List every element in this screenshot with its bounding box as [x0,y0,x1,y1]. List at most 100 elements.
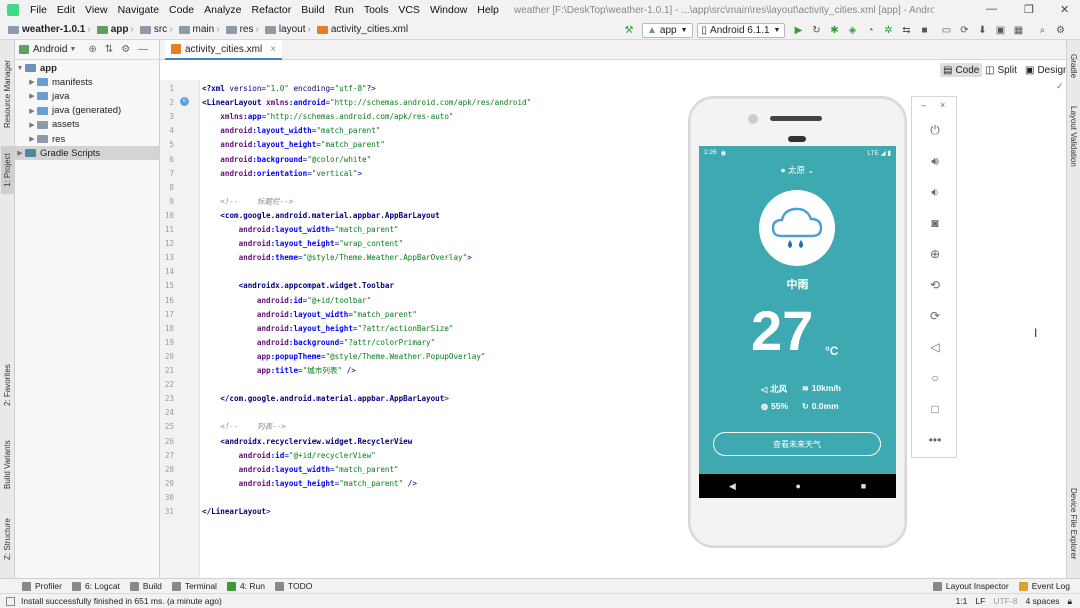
device-manager-icon[interactable]: ▭ [939,24,953,38]
menu-refactor[interactable]: Refactor [247,4,297,16]
home-icon[interactable]: ○ [926,369,944,387]
code-line[interactable]: android:background="?attr/colorPrimary" [202,338,435,348]
status-toggle-icon[interactable] [6,596,15,606]
profile-icon[interactable]: ◔ [863,24,877,38]
todo-tab[interactable]: TODO [275,581,312,591]
code-line[interactable]: <LinearLayout xmlns:android="http://sche… [202,98,531,108]
gradle-tab[interactable]: Gradle [1067,46,1080,86]
tree-item-manifests[interactable]: ▶ manifests [15,75,159,89]
code-line[interactable]: </LinearLayout> [202,507,271,517]
tree-item-gradle-scripts[interactable]: ▶ Gradle Scripts [15,146,159,161]
volume-down-icon[interactable]: 🔉︎ [926,183,944,201]
logcat-tab[interactable]: 6: Logcat [71,581,120,591]
recents-icon[interactable]: ■ [861,481,866,491]
attach-debugger-icon[interactable]: ✲ [881,24,895,38]
sdk-manager-icon[interactable]: ⬇ [975,24,989,38]
resource-manager-tab[interactable]: Resource Manager [1,54,14,134]
hammer-icon[interactable]: ⚒ [622,24,636,38]
code-line[interactable]: <!-- 标题栏--> [202,197,293,207]
volume-up-icon[interactable]: 🔊︎ [926,152,944,170]
locate-icon[interactable]: ⊕ [88,44,96,55]
tree-item-app[interactable]: ▼ app [15,61,159,75]
gear-icon[interactable]: ⚙ [121,44,130,55]
code-line[interactable]: app:popupTheme="@style/Theme.Weather.Pop… [202,352,486,362]
rerun-icon[interactable]: ↻ [809,24,823,38]
file-encoding[interactable]: UTF-8 [993,596,1017,606]
tree-item-java-generated[interactable]: ▶ java (generated) [15,104,159,118]
code-line[interactable]: android:layout_height="match_parent" [202,140,385,150]
minimize-icon[interactable]: — [986,3,997,15]
class-marker-icon[interactable]: c [180,97,189,106]
code-line[interactable]: android:background="@color/white" [202,155,371,165]
build-tab[interactable]: Build [129,581,162,591]
menu-code[interactable]: Code [164,4,199,16]
avd-manager-icon[interactable]: ▣ [993,24,1007,38]
home-icon[interactable]: ● [796,481,801,491]
apply-changes-icon[interactable]: ⇆ [899,24,913,38]
code-line[interactable]: app:title="城市列表" /> [202,366,356,376]
menu-view[interactable]: View [80,4,113,16]
layout-inspector-tab[interactable]: Layout Inspector [932,581,1009,591]
restore-icon[interactable]: ❐ [1024,3,1034,16]
rotate-left-icon[interactable]: ⟲ [926,276,944,294]
indent-setting[interactable]: 4 spaces [1025,596,1059,606]
event-log-tab[interactable]: Event Log [1018,581,1070,591]
power-icon[interactable]: ⏻ [926,121,944,139]
more-icon[interactable]: ••• [926,431,944,449]
breadcrumb-src[interactable]: src › [138,24,177,35]
code-line[interactable]: android:layout_width="match_parent" [202,310,417,320]
city-selector[interactable]: ● 太原 ⌄ [699,164,896,176]
menu-run[interactable]: Run [330,4,359,16]
debug-icon[interactable]: ✱ [827,24,841,38]
project-tab[interactable]: 1: Project [1,146,14,194]
close-tab-icon[interactable]: × [270,44,276,55]
menu-navigate[interactable]: Navigate [113,4,164,16]
code-line[interactable]: android:id="@+id/toolbar" [202,296,371,306]
menu-vcs[interactable]: VCS [393,4,425,16]
phone-screen[interactable]: 1:26 ◉ LTE ◢ ▮ ● 太原 ⌄ 中雨 27 °C ◁ 北风 ≋ 10km… [699,146,896,498]
build-variants-tab[interactable]: Build Variants [1,436,14,494]
back-icon[interactable]: ◀ [729,481,736,492]
sync-icon[interactable]: ⟳ [957,24,971,38]
code-line[interactable]: android:layout_width="match_parent" [202,225,399,235]
breadcrumb-res[interactable]: res › [224,24,263,35]
search-icon[interactable]: ⌕ [1035,24,1049,38]
menu-help[interactable]: Help [472,4,504,16]
tree-item-java[interactable]: ▶ java [15,89,159,103]
structure-tab[interactable]: Z: Structure [1,514,14,564]
menu-tools[interactable]: Tools [359,4,394,16]
menu-edit[interactable]: Edit [52,4,80,16]
coverage-icon[interactable]: ◈ [845,24,859,38]
caret-position[interactable]: 1:1 [956,596,968,606]
menu-window[interactable]: Window [425,4,472,16]
design-mode-button[interactable]: ▣ Design [1022,63,1072,77]
breadcrumb-file[interactable]: activity_cities.xml [315,24,410,35]
settings-icon[interactable]: ⚙ [1053,24,1067,38]
line-separator[interactable]: LF [975,596,985,606]
layout-validation-tab[interactable]: Layout Validation [1067,98,1080,174]
collapse-icon[interactable]: ⇅ [105,44,113,55]
lock-icon[interactable]: 🔒︎ [1067,596,1072,607]
code-mode-button[interactable]: ▤ Code [940,63,983,77]
minimize-icon[interactable]: – [921,100,926,110]
profiler-tab[interactable]: Profiler [22,581,62,591]
code-line[interactable]: <?xml version="1.0" encoding="utf-8"?> [202,84,376,94]
menu-file[interactable]: File [25,4,52,16]
code-line[interactable]: android:layout_height="wrap_content" [202,239,404,249]
back-icon[interactable]: ◁ [926,338,944,356]
split-mode-button[interactable]: ◫ Split [982,63,1020,77]
hide-icon[interactable]: — [138,44,148,55]
device-file-explorer-tab[interactable]: Device File Explorer [1067,480,1080,568]
code-line[interactable]: android:layout_height="?attr/actionBarSi… [202,324,454,334]
run-tab[interactable]: 4: Run [226,581,265,591]
view-mode-select[interactable]: Android [33,44,67,55]
zoom-in-icon[interactable]: ⊕ [926,245,944,263]
camera-icon[interactable]: ◙ [926,214,944,232]
rotate-right-icon[interactable]: ⟳ [926,307,944,325]
code-line[interactable]: android:orientation="vertical"> [202,169,362,179]
menu-build[interactable]: Build [296,4,329,16]
code-line[interactable]: android:layout_width="match_parent" [202,465,399,475]
overview-icon[interactable]: □ [926,400,944,418]
code-line[interactable]: android:theme="@style/Theme.Weather.AppB… [202,253,472,263]
close-icon[interactable]: ✕ [1060,3,1069,16]
